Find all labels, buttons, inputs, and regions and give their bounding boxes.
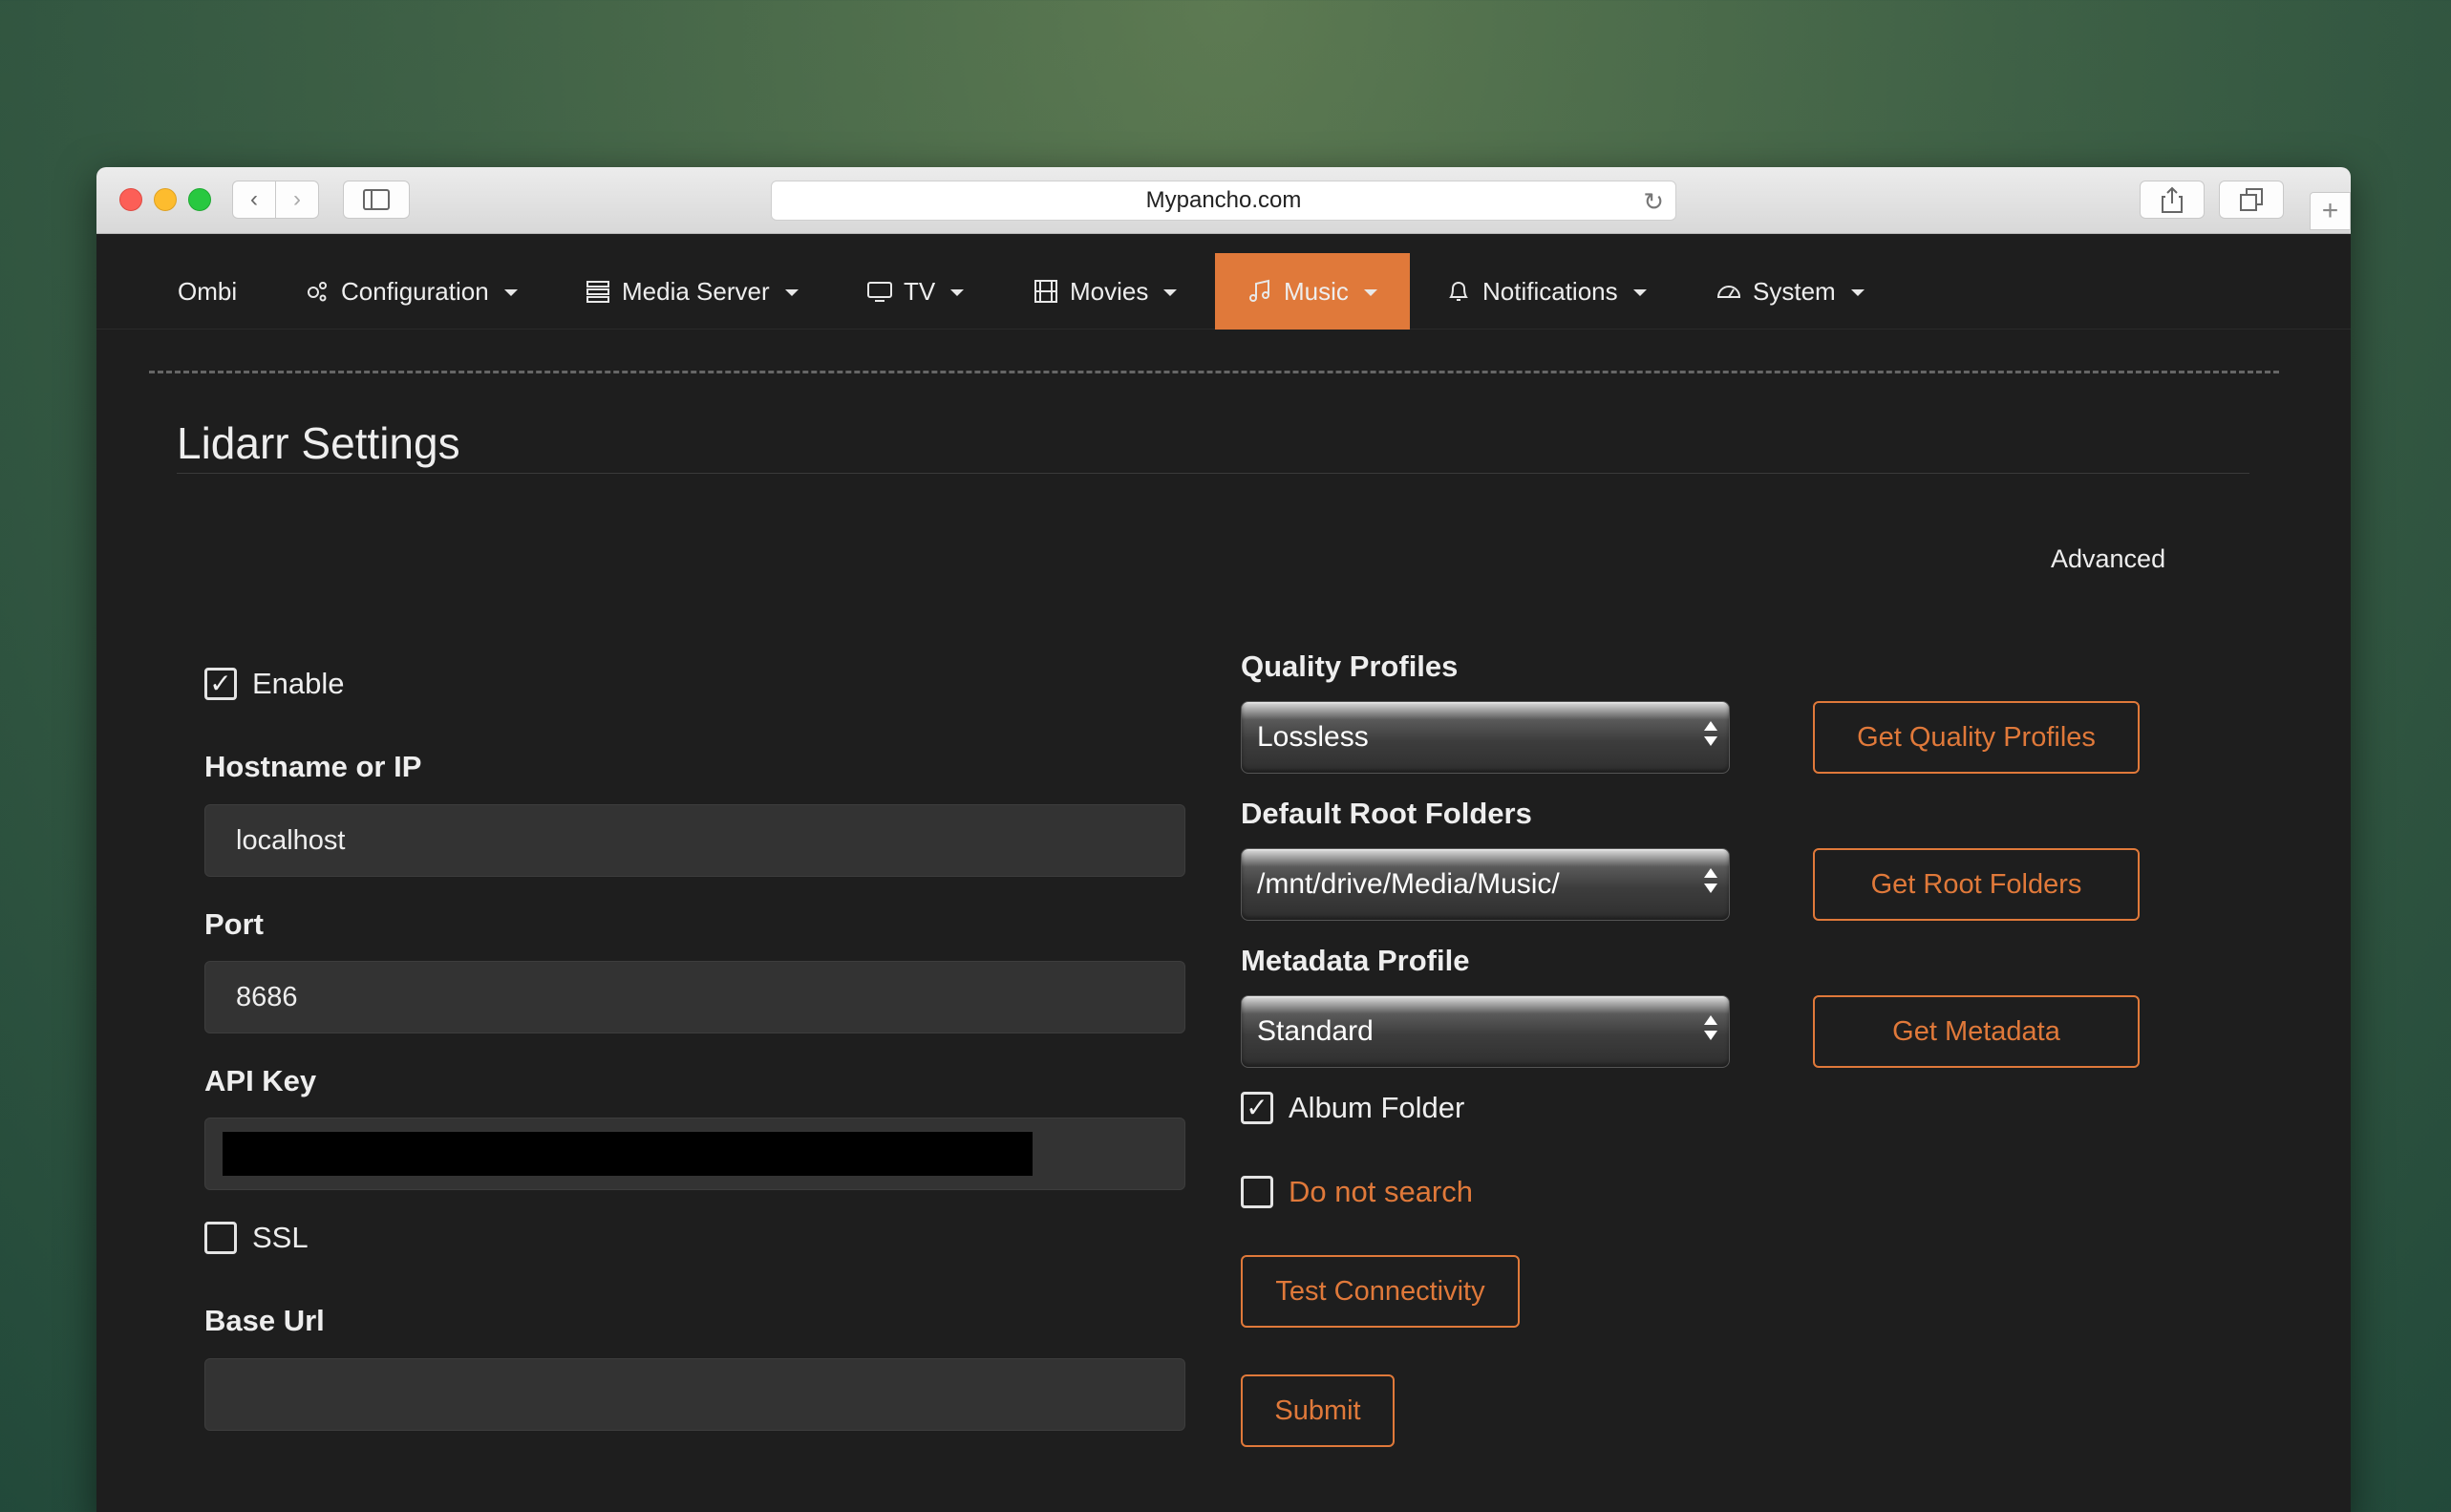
- film-icon: [1034, 280, 1057, 303]
- redacted-block: [223, 1132, 1033, 1176]
- root-folders-label: Default Root Folders: [1241, 797, 1532, 830]
- page-title: Lidarr Settings: [177, 418, 460, 468]
- metadata-select[interactable]: Standard: [1241, 995, 1730, 1068]
- nav-music[interactable]: Music: [1215, 253, 1410, 330]
- zoom-window-button[interactable]: [188, 188, 211, 211]
- caret-down-icon: [503, 289, 518, 296]
- quality-select[interactable]: Lossless: [1241, 701, 1730, 774]
- reload-icon[interactable]: ↻: [1643, 187, 1664, 217]
- caret-down-icon: [1632, 289, 1647, 296]
- share-icon: [2162, 186, 2183, 213]
- plus-icon: +: [2321, 195, 2339, 226]
- port-input[interactable]: 8686: [204, 961, 1185, 1033]
- server-icon: [586, 281, 609, 303]
- album-folder-checkbox[interactable]: ✓: [1241, 1092, 1273, 1124]
- back-button[interactable]: ‹: [232, 181, 276, 219]
- nav-tv[interactable]: TV: [867, 253, 965, 330]
- close-window-button[interactable]: [119, 188, 142, 211]
- title-rule: [177, 473, 2249, 474]
- bell-icon: [1449, 281, 1468, 301]
- port-value: 8686: [236, 981, 298, 1012]
- brand-label: Ombi: [178, 276, 238, 306]
- album-folder-label: Album Folder: [1289, 1091, 1465, 1124]
- caret-down-icon: [1163, 289, 1178, 296]
- chevron-right-icon: ›: [293, 186, 301, 212]
- forward-button[interactable]: ›: [275, 181, 319, 219]
- nav-system[interactable]: System: [1716, 253, 1865, 330]
- get-metadata-button[interactable]: Get Metadata: [1813, 995, 2140, 1068]
- advanced-toggle[interactable]: Advanced: [2051, 544, 2165, 574]
- select-arrows-icon: [1704, 721, 1717, 746]
- url-text: Mypancho.com: [1145, 187, 1302, 213]
- test-connectivity-button[interactable]: Test Connectivity: [1241, 1255, 1520, 1328]
- caret-down-icon: [1850, 289, 1865, 296]
- quality-selected-value: Lossless: [1257, 721, 1369, 753]
- nav-notifications[interactable]: Notifications: [1446, 253, 1647, 330]
- album-folder-checkbox-row[interactable]: ✓ Album Folder: [1241, 1091, 1464, 1125]
- caret-down-icon: [784, 289, 799, 296]
- ssl-checkbox[interactable]: [204, 1222, 237, 1254]
- cogs-icon: [308, 282, 327, 302]
- hostname-value: localhost: [236, 824, 346, 856]
- nav-label: TV: [904, 276, 936, 306]
- submit-button[interactable]: Submit: [1241, 1374, 1395, 1447]
- get-root-folders-button[interactable]: Get Root Folders: [1813, 848, 2140, 921]
- browser-window: ‹ › Mypancho.com ↻ + Ombi Configuration …: [96, 167, 2351, 1512]
- section-divider: [149, 371, 2279, 373]
- do-not-search-checkbox-row[interactable]: Do not search: [1241, 1175, 1473, 1209]
- dashboard-icon: [1716, 286, 1741, 298]
- enable-checkbox[interactable]: ✓: [204, 668, 237, 700]
- address-bar[interactable]: Mypancho.com ↻: [771, 181, 1676, 221]
- browser-toolbar: ‹ › Mypancho.com ↻ +: [96, 167, 2351, 234]
- apikey-input[interactable]: [204, 1118, 1185, 1190]
- app-navbar: Ombi Configuration Media Server TV Movie…: [96, 253, 2351, 330]
- tabs-icon: [2240, 188, 2263, 211]
- baseurl-label: Base Url: [204, 1304, 325, 1337]
- music-icon: [1249, 279, 1269, 302]
- show-tabs-button[interactable]: [2219, 181, 2284, 219]
- quality-label: Quality Profiles: [1241, 650, 1459, 683]
- checkmark-icon: ✓: [209, 669, 232, 698]
- nav-label: Movies: [1070, 276, 1149, 306]
- port-label: Port: [204, 907, 264, 941]
- select-arrows-icon: [1704, 1015, 1717, 1040]
- chevron-left-icon: ‹: [250, 186, 258, 212]
- do-not-search-label: Do not search: [1289, 1175, 1473, 1208]
- enable-label: Enable: [252, 667, 345, 700]
- nav-label: Music: [1284, 276, 1349, 306]
- get-quality-profiles-button[interactable]: Get Quality Profiles: [1813, 701, 2140, 774]
- hostname-label: Hostname or IP: [204, 750, 422, 783]
- baseurl-input[interactable]: [204, 1358, 1185, 1431]
- nav-label: Notifications: [1482, 276, 1618, 306]
- nav-configuration[interactable]: Configuration: [305, 253, 518, 330]
- apikey-label: API Key: [204, 1064, 317, 1097]
- nav-movies[interactable]: Movies: [1034, 253, 1178, 330]
- nav-label: Configuration: [341, 276, 489, 306]
- caret-down-icon: [950, 289, 965, 296]
- brand-link[interactable]: Ombi: [178, 253, 237, 330]
- ssl-label: SSL: [252, 1221, 309, 1254]
- nav-media-server[interactable]: Media Server: [586, 253, 799, 330]
- checkmark-icon: ✓: [1246, 1093, 1268, 1122]
- hostname-input[interactable]: localhost: [204, 804, 1185, 877]
- caret-down-icon: [1363, 289, 1377, 296]
- minimize-window-button[interactable]: [154, 188, 177, 211]
- metadata-label: Metadata Profile: [1241, 944, 1470, 977]
- ssl-checkbox-row[interactable]: SSL: [204, 1221, 309, 1255]
- enable-checkbox-row[interactable]: ✓ Enable: [204, 667, 345, 701]
- root-folders-selected-value: /mnt/drive/Media/Music/: [1257, 868, 1560, 900]
- nav-label: System: [1753, 276, 1836, 306]
- sidebar-icon: [363, 189, 390, 210]
- share-button[interactable]: [2140, 181, 2205, 219]
- do-not-search-checkbox[interactable]: [1241, 1176, 1273, 1208]
- metadata-selected-value: Standard: [1257, 1015, 1374, 1047]
- new-tab-button[interactable]: +: [2310, 192, 2351, 230]
- select-arrows-icon: [1704, 868, 1717, 893]
- nav-label: Media Server: [622, 276, 770, 306]
- sidebar-toggle-button[interactable]: [343, 181, 410, 219]
- tv-icon: [867, 282, 892, 302]
- root-folders-select[interactable]: /mnt/drive/Media/Music/: [1241, 848, 1730, 921]
